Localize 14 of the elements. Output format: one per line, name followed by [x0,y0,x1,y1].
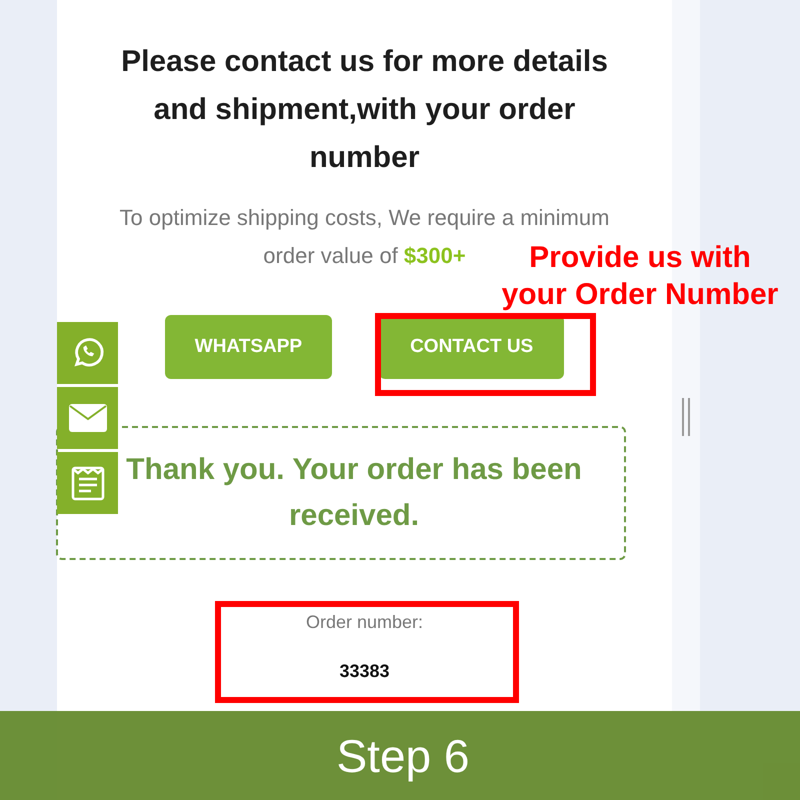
resize-handle[interactable] [682,398,690,436]
annotation: your Order Number [502,277,778,313]
mail-icon[interactable] [57,387,118,449]
order-number: 33383 [339,661,390,682]
order-number-label: Order number: [306,612,424,633]
annotation: Provide us with [529,240,751,276]
minimum-order-note: To optimize shipping costs, We require a minimum [120,204,610,232]
heading: Please contact us for more details and shipment,with your order number [120,44,609,176]
thank-you-message: Thank you. Your order has been received. [125,452,583,534]
form-icon[interactable] [57,452,118,514]
minimum-order-note: order value of $300+ [263,242,466,270]
whatsapp-button[interactable]: WHATSAPP [164,315,332,379]
step-title: Step 6 [336,728,470,782]
chat-icon[interactable] [57,322,118,384]
